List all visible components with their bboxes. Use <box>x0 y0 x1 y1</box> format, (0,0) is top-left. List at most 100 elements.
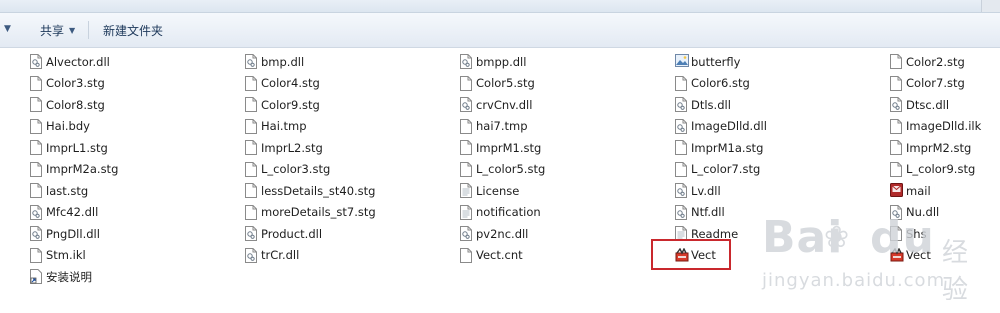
file-item[interactable]: notification <box>460 202 541 223</box>
file-item[interactable]: Lv.dll <box>675 180 721 201</box>
file-item[interactable]: ImprM1.stg <box>460 137 541 158</box>
file-item[interactable]: Color6.stg <box>675 73 750 94</box>
file-item[interactable]: Color5.stg <box>460 73 535 94</box>
file-icon <box>245 204 257 220</box>
file-item[interactable]: bmpp.dll <box>460 51 526 72</box>
file-name: Color6.stg <box>691 76 750 90</box>
file-name: hai7.tmp <box>476 119 528 133</box>
file-item[interactable]: mail <box>890 180 931 201</box>
file-item[interactable]: L_color3.stg <box>245 159 330 180</box>
text-file-icon <box>460 204 472 220</box>
share-button[interactable]: 共享 ▼ <box>40 22 75 39</box>
file-item[interactable]: PngDll.dll <box>30 223 100 244</box>
file-icon <box>675 161 687 177</box>
file-name: L_color3.stg <box>261 162 331 176</box>
file-item[interactable]: last.stg <box>30 180 88 201</box>
file-name: crvCnv.dll <box>476 97 533 112</box>
file-name: pv2nc.dll <box>476 226 529 241</box>
file-item[interactable]: 安装说明 <box>30 266 92 287</box>
file-name: Color7.stg <box>906 76 965 90</box>
window-title-strip <box>0 0 1000 13</box>
file-item[interactable]: ImprL2.stg <box>245 137 323 158</box>
baidu-paw-icon: ❀ <box>824 220 850 255</box>
file-item[interactable]: pv2nc.dll <box>460 223 528 244</box>
file-icon <box>460 75 472 91</box>
file-name: bmp.dll <box>261 54 305 69</box>
file-item[interactable]: ImageDlld.ilk <box>890 116 981 137</box>
file-item[interactable]: Color3.stg <box>30 73 105 94</box>
window-corner-control[interactable] <box>981 0 1000 12</box>
mail-app-icon <box>890 183 903 198</box>
file-icon <box>460 247 472 263</box>
file-item[interactable]: Dtls.dll <box>675 94 731 115</box>
file-item[interactable]: bmp.dll <box>245 51 304 72</box>
file-item[interactable]: trCr.dll <box>245 245 299 266</box>
file-name: Lv.dll <box>691 183 721 198</box>
file-name: bmpp.dll <box>476 54 527 69</box>
organize-dropdown-arrow-icon[interactable]: ▼ <box>4 24 11 34</box>
file-item[interactable]: moreDetails_st7.stg <box>245 202 376 223</box>
file-name: Alvector.dll <box>46 54 110 69</box>
file-icon <box>30 247 42 263</box>
file-item[interactable]: License <box>460 180 519 201</box>
file-name: Color8.stg <box>46 97 105 112</box>
new-folder-label: 新建文件夹 <box>103 24 164 38</box>
file-name: Hai.bdy <box>46 119 90 133</box>
file-item[interactable]: crvCnv.dll <box>460 94 532 115</box>
file-icon <box>30 75 42 91</box>
file-item[interactable]: butterfly <box>675 51 740 72</box>
file-item[interactable]: Alvector.dll <box>30 51 110 72</box>
file-item[interactable]: Color4.stg <box>245 73 320 94</box>
file-name: ImprM1a.stg <box>691 140 764 155</box>
file-icon <box>30 183 42 198</box>
file-item[interactable]: Hai.bdy <box>30 116 90 137</box>
watermark-brand-cn: 经验 <box>942 238 969 305</box>
file-icon <box>245 97 257 112</box>
file-item[interactable]: Mfc42.dll <box>30 202 98 223</box>
shortcut-icon <box>30 269 42 284</box>
file-icon <box>245 183 257 198</box>
file-item[interactable]: L_color5.stg <box>460 159 545 180</box>
file-name: moreDetails_st7.stg <box>261 205 376 219</box>
file-name: ImprM2.stg <box>906 140 972 155</box>
file-item[interactable]: L_color9.stg <box>890 159 975 180</box>
dll-icon <box>30 54 42 69</box>
file-item[interactable]: lessDetails_st40.stg <box>245 180 375 201</box>
file-name: last.stg <box>46 183 89 198</box>
file-item[interactable]: ImprL1.stg <box>30 137 108 158</box>
file-name: notification <box>476 205 541 219</box>
file-name: ImprM1.stg <box>476 140 542 155</box>
file-item[interactable]: Color2.stg <box>890 51 965 72</box>
file-icon <box>890 54 902 69</box>
file-name: ImprM2a.stg <box>46 162 119 176</box>
file-item[interactable]: ImprM1a.stg <box>675 137 763 158</box>
file-icon <box>460 161 472 177</box>
file-item[interactable]: Color8.stg <box>30 94 105 115</box>
dll-icon <box>245 226 257 241</box>
file-item[interactable]: Hai.tmp <box>245 116 307 137</box>
highlight-box <box>651 239 731 270</box>
file-item[interactable]: Ntf.dll <box>675 202 725 223</box>
chevron-down-icon: ▼ <box>69 26 76 35</box>
file-item[interactable]: ImprM2a.stg <box>30 159 118 180</box>
file-item[interactable]: Color9.stg <box>245 94 320 115</box>
file-item[interactable]: Dtsc.dll <box>890 94 949 115</box>
file-icon <box>460 118 472 134</box>
file-name: PngDll.dll <box>46 226 100 241</box>
file-item[interactable]: Vect.cnt <box>460 245 523 266</box>
new-folder-button[interactable]: 新建文件夹 <box>103 22 163 39</box>
file-item[interactable]: ImprM2.stg <box>890 137 971 158</box>
baidu-watermark: Bai du ❀ 经验 jingyan.baidu.com <box>752 212 984 307</box>
file-icon <box>460 140 472 155</box>
file-item[interactable]: L_color7.stg <box>675 159 760 180</box>
file-item[interactable]: Color7.stg <box>890 73 965 94</box>
file-name: Color4.stg <box>261 76 320 90</box>
file-item[interactable]: Stm.ikl <box>30 245 86 266</box>
file-item[interactable]: ImageDlld.dll <box>675 116 767 137</box>
dll-icon <box>245 247 257 263</box>
file-item[interactable]: hai7.tmp <box>460 116 528 137</box>
file-icon <box>245 140 257 155</box>
file-item[interactable]: Product.dll <box>245 223 322 244</box>
file-name: lessDetails_st40.stg <box>261 183 376 198</box>
file-name: Color5.stg <box>476 76 535 90</box>
